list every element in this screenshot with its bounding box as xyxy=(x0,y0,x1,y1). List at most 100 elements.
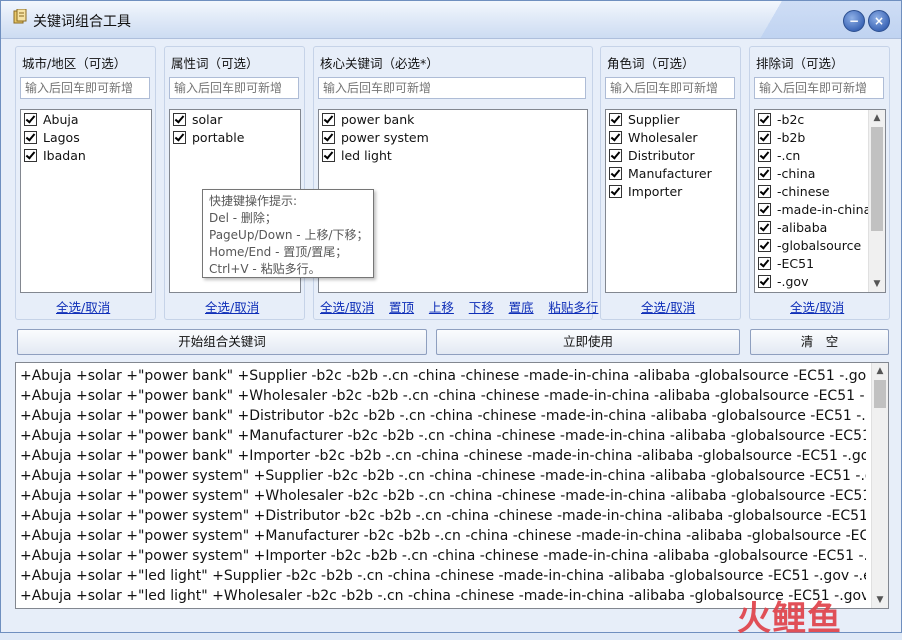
item-label: solar xyxy=(192,111,223,127)
list-item[interactable]: power bank xyxy=(319,110,587,128)
scroll-down-icon[interactable]: ▼ xyxy=(869,276,885,292)
item-label: Distributor xyxy=(628,147,695,163)
city-select-all-link[interactable]: 全选/取消 xyxy=(56,300,110,315)
checkbox[interactable] xyxy=(173,130,186,144)
checkbox[interactable] xyxy=(609,148,622,162)
checkbox[interactable] xyxy=(758,112,771,126)
list-item[interactable]: Lagos xyxy=(21,128,151,146)
attribute-select-all-link[interactable]: 全选/取消 xyxy=(205,300,259,315)
exclude-list-scrollbar[interactable]: ▲ ▼ xyxy=(868,110,885,292)
tooltip-line: Del - 删除； xyxy=(209,211,277,225)
list-item[interactable]: -EC51 xyxy=(755,254,867,272)
title-bar[interactable]: 关键词组合工具 − × xyxy=(1,1,901,39)
checkbox[interactable] xyxy=(758,274,771,288)
list-item[interactable]: -made-in-china xyxy=(755,200,871,218)
list-item[interactable]: portable xyxy=(170,128,300,146)
checkbox[interactable] xyxy=(24,112,37,126)
paste-multiline-link[interactable]: 粘贴多行 xyxy=(548,300,598,315)
use-now-button[interactable]: 立即使用 xyxy=(436,329,740,355)
minimize-button[interactable]: − xyxy=(843,10,865,32)
tooltip-line: 快捷键操作提示: xyxy=(209,194,298,208)
checkbox[interactable] xyxy=(758,238,771,252)
list-item[interactable]: Ibadan xyxy=(21,146,151,164)
list-item[interactable]: -.cn xyxy=(755,146,867,164)
list-item[interactable]: Importer xyxy=(606,182,736,200)
scroll-up-icon[interactable]: ▲ xyxy=(869,110,885,126)
item-label: -globalsource xyxy=(777,237,862,253)
list-item[interactable]: -b2b xyxy=(755,128,867,146)
checkbox[interactable] xyxy=(609,112,622,126)
list-item[interactable]: Abuja xyxy=(21,110,151,128)
move-down-link[interactable]: 下移 xyxy=(469,300,494,315)
checkbox[interactable] xyxy=(609,166,622,180)
tooltip-line: Ctrl+V - 粘贴多行。 xyxy=(209,262,321,276)
city-panel: 城市/地区（可选） Abuja Lagos Ibadan 全选/取消 xyxy=(15,46,156,320)
output-line: +Abuja +solar +"power system" +Distribut… xyxy=(20,508,866,524)
attribute-panel-title: 属性词（可选） xyxy=(171,56,259,71)
scroll-down-icon[interactable]: ▼ xyxy=(872,592,888,608)
item-label: -chinese xyxy=(777,183,830,199)
list-item[interactable]: -globalsource xyxy=(755,236,867,254)
checkbox[interactable] xyxy=(173,112,186,126)
checkbox[interactable] xyxy=(24,130,37,144)
output-textarea[interactable]: +Abuja +solar +"power bank" +Supplier -b… xyxy=(15,362,889,609)
scroll-up-icon[interactable]: ▲ xyxy=(872,363,888,379)
list-item[interactable]: power system xyxy=(319,128,587,146)
role-panel: 角色词（可选） Supplier Wholesaler Distributor … xyxy=(600,46,741,320)
checkbox[interactable] xyxy=(758,220,771,234)
checkbox[interactable] xyxy=(24,148,37,162)
list-item[interactable]: Wholesaler xyxy=(606,128,736,146)
item-label: Importer xyxy=(628,183,683,199)
role-input[interactable] xyxy=(605,77,735,99)
checkbox[interactable] xyxy=(322,112,335,126)
core-keyword-input[interactable] xyxy=(318,77,586,99)
item-label: -alibaba xyxy=(777,219,828,235)
checkbox[interactable] xyxy=(609,130,622,144)
checkbox[interactable] xyxy=(758,166,771,180)
start-combine-button[interactable]: 开始组合关键词 xyxy=(17,329,427,355)
move-bottom-link[interactable]: 置底 xyxy=(509,300,534,315)
output-scrollbar[interactable]: ▲ ▼ xyxy=(871,363,888,608)
city-input[interactable] xyxy=(20,77,150,99)
scroll-thumb[interactable] xyxy=(871,127,883,231)
item-label: led light xyxy=(341,147,392,163)
checkbox[interactable] xyxy=(758,130,771,144)
minimize-icon: − xyxy=(848,14,860,28)
checkbox[interactable] xyxy=(758,184,771,198)
checkbox[interactable] xyxy=(322,148,335,162)
move-top-link[interactable]: 置顶 xyxy=(389,300,414,315)
item-label: Manufacturer xyxy=(628,165,712,181)
exclude-select-all-link[interactable]: 全选/取消 xyxy=(790,300,844,315)
list-item[interactable]: led light xyxy=(319,146,587,164)
attribute-input[interactable] xyxy=(169,77,299,99)
item-label: power system xyxy=(341,129,429,145)
core-keyword-panel-title: 核心关键词（必选*） xyxy=(320,56,439,71)
checkbox[interactable] xyxy=(322,130,335,144)
list-item[interactable]: Manufacturer xyxy=(606,164,736,182)
list-item[interactable]: -china xyxy=(755,164,867,182)
list-item[interactable]: Supplier xyxy=(606,110,736,128)
role-list: Supplier Wholesaler Distributor Manufact… xyxy=(605,109,737,293)
scroll-thumb[interactable] xyxy=(874,380,886,408)
clear-button[interactable]: 清 空 xyxy=(750,329,889,355)
checkbox[interactable] xyxy=(758,202,771,216)
close-button[interactable]: × xyxy=(868,10,890,32)
exclude-input[interactable] xyxy=(754,77,884,99)
list-item[interactable]: -chinese xyxy=(755,182,867,200)
core-select-all-link[interactable]: 全选/取消 xyxy=(320,300,374,315)
item-label: portable xyxy=(192,129,245,145)
app-icon xyxy=(13,9,27,24)
core-keyword-panel: 核心关键词（必选*） power bank power system led l… xyxy=(313,46,598,320)
list-item[interactable]: solar xyxy=(170,110,300,128)
move-up-link[interactable]: 上移 xyxy=(429,300,454,315)
item-label: -b2c xyxy=(777,111,805,127)
list-item[interactable]: -b2c xyxy=(755,110,867,128)
list-item[interactable]: Distributor xyxy=(606,146,736,164)
checkbox[interactable] xyxy=(758,256,771,270)
list-item[interactable]: -.gov xyxy=(755,272,867,290)
output-line: +Abuja +solar +"power system" +Manufactu… xyxy=(20,528,866,544)
role-select-all-link[interactable]: 全选/取消 xyxy=(641,300,695,315)
list-item[interactable]: -alibaba xyxy=(755,218,867,236)
checkbox[interactable] xyxy=(758,148,771,162)
checkbox[interactable] xyxy=(609,184,622,198)
